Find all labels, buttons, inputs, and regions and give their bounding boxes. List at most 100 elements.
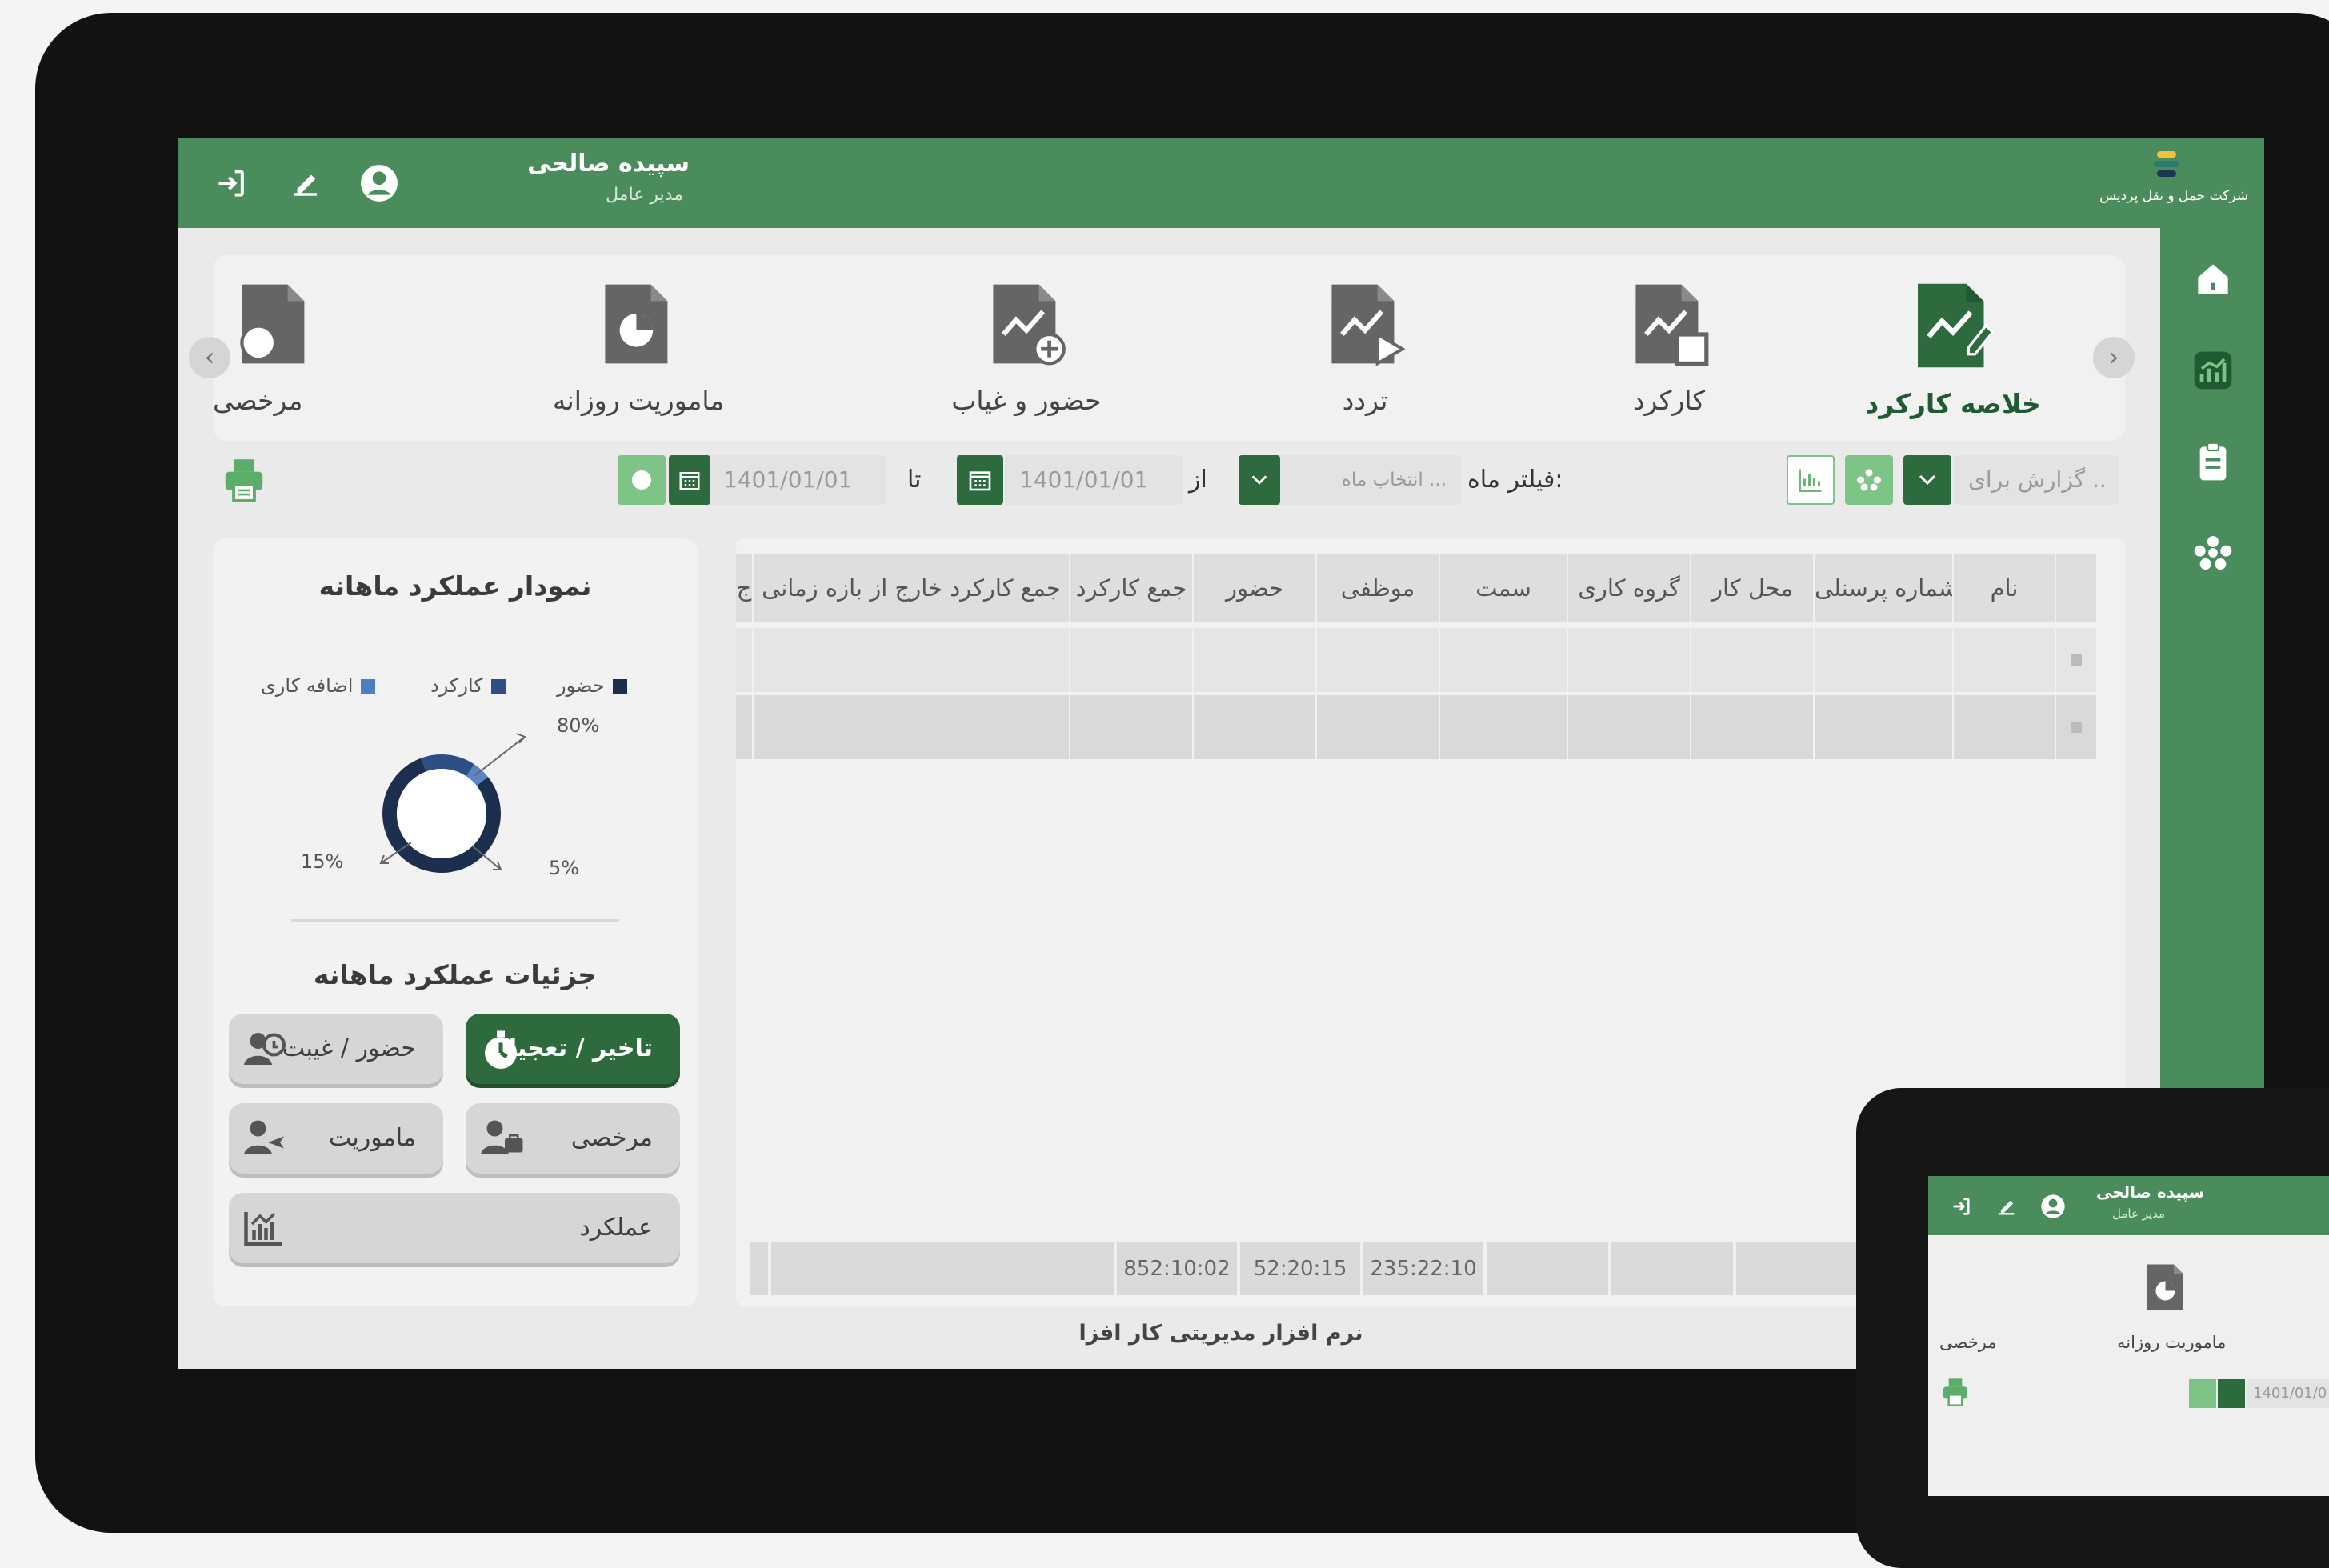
table-cell bbox=[1070, 628, 1192, 692]
column-header[interactable]: موظفی bbox=[1317, 554, 1439, 622]
nav-item-daily-mission[interactable]: ماموریت روزانه bbox=[518, 279, 758, 416]
user-plane-icon bbox=[244, 1120, 284, 1154]
performance-button[interactable]: عملکرد bbox=[229, 1193, 680, 1263]
user-briefcase-icon bbox=[481, 1120, 523, 1154]
column-header[interactable]: گروه کاری bbox=[1568, 554, 1690, 622]
profile-icon[interactable] bbox=[2040, 1194, 2066, 1219]
performance-button-label: عملکرد bbox=[579, 1214, 653, 1242]
delay-button[interactable]: تاخیر / تعجیل bbox=[466, 1014, 680, 1084]
column-header[interactable]: شماره پرسنلی bbox=[1815, 554, 1952, 622]
user-role: مدیر عامل bbox=[606, 185, 683, 205]
nav-item-traffic[interactable]: تردد bbox=[1245, 279, 1485, 416]
from-date-input[interactable]: 1401/01/01 bbox=[1005, 455, 1183, 505]
nav-item-performance-summary[interactable]: خلاصه کارکرد bbox=[1833, 279, 2073, 419]
month-dropdown[interactable] bbox=[1239, 455, 1280, 505]
month-select-input[interactable]: انتخاب ماه ... bbox=[1279, 455, 1461, 505]
leave-button[interactable]: مرخصی bbox=[466, 1103, 680, 1174]
mission-button-label: ماموریت bbox=[328, 1124, 416, 1152]
nav-item-attendance[interactable]: حضور و غیاب bbox=[906, 279, 1146, 416]
tablet-user-role: مدیر عامل bbox=[2112, 1206, 2166, 1221]
performance-summary-icon bbox=[1918, 283, 1995, 368]
top-header: سپیده صالحی مدیر عامل شرکت حمل و نقل پرد… bbox=[178, 138, 2264, 228]
table-cell bbox=[1317, 628, 1439, 692]
legend-item-overtime: اضافه کاری bbox=[261, 674, 376, 697]
table-cell bbox=[1815, 695, 1952, 759]
team-filter-button[interactable] bbox=[1845, 455, 1893, 505]
divider bbox=[291, 919, 619, 922]
tablet-date-input[interactable]: 1401/01/0 bbox=[2247, 1379, 2329, 1408]
footer-total-presence: 52:20:15 bbox=[1240, 1242, 1360, 1295]
table-cell bbox=[1568, 628, 1690, 692]
legend-swatch bbox=[612, 679, 627, 694]
table-cell bbox=[1568, 695, 1690, 759]
report-for-dropdown[interactable] bbox=[1903, 455, 1951, 505]
slice-label-overtime: 5% bbox=[549, 857, 580, 879]
table-cell bbox=[1440, 695, 1567, 759]
traffic-report-icon bbox=[1331, 284, 1406, 366]
chart-title: نمودار عملکرد ماهانه bbox=[318, 570, 592, 602]
to-label: تا bbox=[907, 466, 922, 494]
column-header[interactable]: جمع کارکرد bbox=[1070, 554, 1192, 622]
tablet-nav-daily-mission[interactable]: ماموریت روزانه bbox=[2117, 1333, 2226, 1352]
from-calendar-button[interactable] bbox=[957, 455, 1003, 505]
column-header[interactable]: نام bbox=[1954, 554, 2055, 622]
team-icon bbox=[1857, 469, 1881, 491]
profile-icon[interactable] bbox=[357, 161, 402, 206]
logout-icon[interactable] bbox=[1951, 1195, 1973, 1218]
nav-label: کارکرد bbox=[1632, 385, 1706, 416]
company-name: شرکت حمل و نقل پردیس bbox=[2099, 188, 2248, 204]
search-button[interactable] bbox=[618, 455, 666, 505]
chart-view-button[interactable] bbox=[1787, 455, 1835, 505]
print-button[interactable] bbox=[218, 455, 270, 505]
footer-cell bbox=[750, 1242, 768, 1295]
column-header[interactable]: محل کار bbox=[1691, 554, 1813, 622]
row-checkbox[interactable] bbox=[2056, 695, 2096, 759]
table-cell bbox=[1194, 628, 1315, 692]
table-cell bbox=[1815, 628, 1952, 692]
home-icon[interactable] bbox=[2191, 257, 2235, 302]
nav-next-arrow[interactable]: › bbox=[2093, 337, 2135, 378]
filter-row: گزارش برای .. فیلتر ماه: انتخاب ماه ... … bbox=[178, 455, 2264, 519]
mission-button[interactable]: ماموریت bbox=[229, 1103, 443, 1174]
column-header[interactable]: حضور bbox=[1194, 554, 1315, 622]
column-header[interactable]: سمت bbox=[1440, 554, 1567, 622]
footer-cell bbox=[1736, 1242, 1858, 1295]
leader-line-80 bbox=[474, 736, 526, 776]
calendar-icon bbox=[679, 472, 700, 490]
tablet-nav-leave[interactable]: مرخصی bbox=[1939, 1333, 1997, 1352]
daily-mission-icon[interactable] bbox=[2143, 1259, 2191, 1315]
table-cell bbox=[1691, 695, 1813, 759]
column-header[interactable]: جمع کارکرد خارج از بازه زمانی bbox=[754, 554, 1069, 622]
reports-icon[interactable] bbox=[2191, 348, 2235, 393]
select-all-header[interactable] bbox=[2056, 554, 2096, 622]
table-cell bbox=[1954, 628, 2055, 692]
table-cell bbox=[736, 628, 752, 692]
logout-icon[interactable] bbox=[210, 161, 254, 206]
nav-label: تردد bbox=[1342, 385, 1388, 416]
report-for-input[interactable]: گزارش برای .. bbox=[1954, 455, 2119, 505]
tablet-search-button[interactable] bbox=[2189, 1379, 2216, 1408]
tablet-calendar-button[interactable] bbox=[2218, 1379, 2245, 1408]
nav-label: مرخصی bbox=[213, 385, 303, 416]
slice-label-presence: 80% bbox=[557, 714, 600, 737]
table-cell bbox=[754, 628, 1069, 692]
chevron-down-icon bbox=[1919, 474, 1936, 486]
edit-icon[interactable] bbox=[1995, 1195, 2018, 1218]
tablet-frame: سپیده صالحی مدیر عامل ماموریت روزانه مرخ… bbox=[1856, 1088, 2329, 1568]
nav-item-work-report[interactable]: کارکرد bbox=[1549, 279, 1789, 416]
to-date-input[interactable]: 1401/01/01 bbox=[709, 455, 886, 505]
printer-icon[interactable] bbox=[1939, 1376, 1971, 1408]
search-icon bbox=[632, 470, 651, 490]
row-checkbox[interactable] bbox=[2056, 628, 2096, 692]
footer-total-work: 852:10:02 bbox=[1117, 1242, 1237, 1295]
attendance-button[interactable]: حضور / غیبت bbox=[229, 1014, 443, 1084]
donut-hole bbox=[397, 769, 486, 858]
donut-chart bbox=[379, 733, 526, 873]
edit-icon[interactable] bbox=[283, 161, 328, 206]
to-calendar-button[interactable] bbox=[669, 455, 710, 505]
legend-label: کارکرد bbox=[430, 674, 483, 697]
team-icon[interactable] bbox=[2191, 530, 2235, 575]
column-header[interactable]: ج bbox=[736, 554, 752, 622]
nav-prev-arrow[interactable]: ‹ bbox=[189, 337, 230, 378]
footer-cell bbox=[771, 1242, 1114, 1295]
